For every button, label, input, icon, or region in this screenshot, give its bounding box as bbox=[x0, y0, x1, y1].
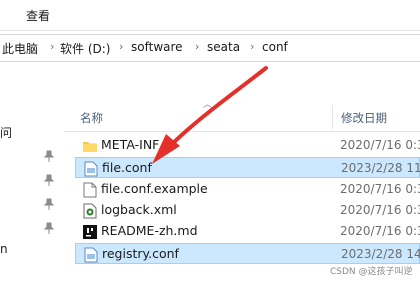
chevron-right-icon[interactable]: › bbox=[119, 40, 123, 53]
file-row-readme-zh-md[interactable]: README-zh.md 2020/7/16 0:3 bbox=[75, 221, 420, 242]
file-date: 2020/7/16 0:3 bbox=[340, 182, 420, 196]
xml-file-icon bbox=[83, 203, 97, 219]
pin-icon[interactable] bbox=[44, 174, 54, 186]
file-date: 2020/7/16 0:3 bbox=[340, 224, 420, 238]
file-date: 2020/7/16 0:3 bbox=[340, 138, 420, 152]
chevron-right-icon[interactable]: › bbox=[50, 40, 54, 53]
pin-icon[interactable] bbox=[44, 150, 54, 162]
md-file-icon bbox=[83, 225, 97, 239]
breadcrumb-software[interactable]: software bbox=[131, 40, 183, 54]
file-date: 2023/2/28 14: bbox=[341, 247, 420, 261]
file-row-registry-conf[interactable]: registry.conf 2023/2/28 14: bbox=[75, 243, 420, 264]
file-date: 2023/2/28 11: bbox=[341, 161, 420, 175]
file-row-meta-inf[interactable]: META-INF 2020/7/16 0:3 bbox=[75, 135, 420, 156]
file-name: logback.xml bbox=[101, 202, 177, 217]
conf-file-icon bbox=[84, 247, 98, 263]
chevron-right-icon[interactable]: › bbox=[195, 40, 199, 53]
pin-icon[interactable] bbox=[44, 222, 54, 234]
breadcrumb-drive[interactable]: 软件 (D:) bbox=[60, 40, 110, 57]
column-name-header[interactable]: 名称 bbox=[80, 110, 103, 126]
file-name: README-zh.md bbox=[101, 223, 198, 238]
file-name: registry.conf bbox=[102, 246, 179, 261]
column-divider[interactable] bbox=[332, 105, 333, 129]
ribbon-tab-view[interactable]: 查看 bbox=[26, 7, 50, 24]
file-name: file.conf bbox=[102, 160, 152, 175]
breadcrumb-this-pc[interactable]: 此电脑 bbox=[2, 40, 38, 57]
nav-item-label[interactable]: 问 bbox=[0, 124, 12, 141]
column-date-header[interactable]: 修改日期 bbox=[341, 110, 387, 126]
ribbon: 查看 bbox=[0, 0, 420, 31]
folder-icon bbox=[83, 142, 97, 152]
nav-item-label[interactable]: n bbox=[0, 242, 8, 256]
column-header: ︿ 名称 修改日期 bbox=[64, 100, 420, 132]
navigation-pane: 问 n bbox=[0, 92, 64, 282]
pin-icon[interactable] bbox=[44, 198, 54, 210]
file-name: file.conf.example bbox=[101, 181, 208, 196]
file-name: META-INF bbox=[101, 137, 160, 152]
watermark: CSDN @这孩子叫逆 bbox=[330, 267, 413, 277]
breadcrumb-conf[interactable]: conf bbox=[262, 40, 288, 54]
conf-file-icon bbox=[84, 161, 98, 177]
file-icon bbox=[83, 182, 97, 198]
breadcrumb-seata[interactable]: seata bbox=[207, 40, 240, 54]
file-row-file-conf-example[interactable]: file.conf.example 2020/7/16 0:3 bbox=[75, 179, 420, 200]
file-row-logback-xml[interactable]: logback.xml 2020/7/16 0:3 bbox=[75, 200, 420, 221]
file-row-file-conf[interactable]: file.conf 2023/2/28 11: bbox=[75, 157, 420, 178]
file-date: 2020/7/16 0:3 bbox=[340, 203, 420, 217]
chevron-right-icon[interactable]: › bbox=[250, 40, 254, 53]
sort-chevron-icon[interactable]: ︿ bbox=[203, 97, 212, 110]
